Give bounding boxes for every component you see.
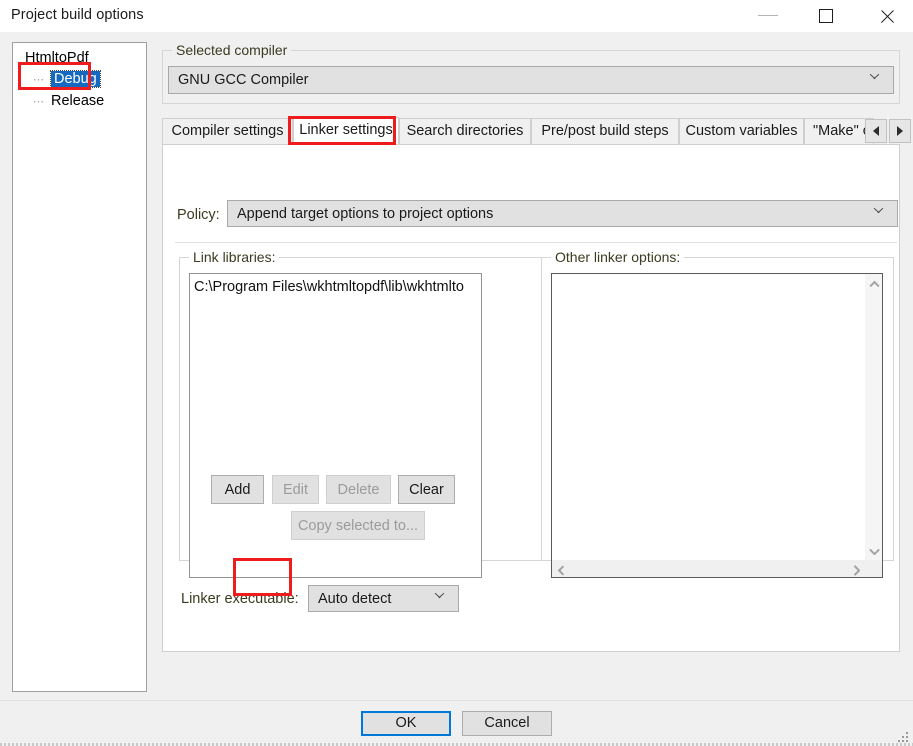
- clear-button[interactable]: Clear: [398, 475, 455, 504]
- divider: [175, 242, 897, 243]
- maximize-icon: [819, 9, 833, 23]
- tree-item-debug-label: Debug: [50, 70, 101, 88]
- horizontal-scrollbar[interactable]: [552, 560, 865, 577]
- linker-executable-select[interactable]: Auto detect: [308, 585, 459, 612]
- list-item[interactable]: C:\Program Files\wkhtmltopdf\lib\wkhtmlt…: [194, 279, 464, 295]
- minimize-button[interactable]: [745, 0, 791, 30]
- copy-selected-to-button[interactable]: Copy selected to...: [291, 511, 425, 540]
- chevron-down-icon: [435, 594, 444, 603]
- chevron-down-icon: [870, 75, 879, 84]
- maximize-button[interactable]: [804, 0, 850, 30]
- tab-compiler-settings[interactable]: Compiler settings: [162, 118, 293, 144]
- chevron-up-icon: [870, 279, 878, 287]
- other-linker-options-title: Other linker options:: [551, 249, 685, 265]
- chevron-down-icon: [870, 548, 878, 556]
- chevron-left-icon: [557, 565, 565, 573]
- tree-item-debug[interactable]: ⋯ Debug: [33, 70, 101, 88]
- dialog-footer: OK Cancel: [0, 701, 913, 746]
- tree-line-icon: ⋯: [33, 73, 45, 86]
- policy-label: Policy:: [177, 207, 220, 223]
- chevron-right-icon: [853, 565, 861, 573]
- other-linker-options-textarea[interactable]: [551, 273, 883, 578]
- tree-item-project[interactable]: HtmltoPdf: [25, 50, 89, 66]
- edit-button[interactable]: Edit: [272, 475, 319, 504]
- chevron-down-icon: [874, 209, 883, 218]
- link-libraries-title: Link libraries:: [189, 249, 280, 265]
- delete-button[interactable]: Delete: [326, 475, 391, 504]
- dialog-body: HtmltoPdf ⋯ Debug ⋯ Release Selected compi…: [0, 32, 913, 700]
- scroll-right-icon: [897, 126, 903, 136]
- minimize-icon: [758, 15, 778, 16]
- ok-button[interactable]: OK: [361, 711, 451, 736]
- linker-executable-value: Auto detect: [318, 590, 392, 607]
- tab-search-directories[interactable]: Search directories: [399, 118, 531, 144]
- cancel-button[interactable]: Cancel: [462, 711, 552, 736]
- tab-scroll-right-button[interactable]: [889, 119, 911, 143]
- compiler-select-value: GNU GCC Compiler: [178, 72, 309, 88]
- project-build-options-dialog: Project build options HtmltoPdf ⋯ Debug ⋯…: [0, 0, 913, 746]
- selected-compiler-title: Selected compiler: [172, 42, 292, 58]
- tab-strip: Compiler settings Linker settings Search…: [162, 117, 911, 144]
- title-bar: Project build options: [0, 0, 913, 32]
- target-tree-panel[interactable]: HtmltoPdf ⋯ Debug ⋯ Release: [12, 42, 147, 692]
- scrollbar-corner: [865, 560, 882, 577]
- tree-item-release[interactable]: ⋯ Release: [33, 93, 104, 109]
- linker-executable-label: Linker executable:: [181, 591, 299, 607]
- close-button[interactable]: [864, 0, 910, 30]
- linker-settings-panel: Policy: Append target options to project…: [162, 144, 900, 652]
- scroll-right-button[interactable]: [848, 560, 865, 577]
- tab-make-commands[interactable]: "Make" c: [804, 118, 874, 144]
- close-icon: [879, 8, 895, 24]
- tree-item-release-label: Release: [51, 93, 105, 109]
- vertical-scrollbar[interactable]: [865, 274, 882, 560]
- scroll-up-button[interactable]: [865, 274, 882, 291]
- tab-pre-post-build-steps[interactable]: Pre/post build steps: [531, 118, 679, 144]
- tab-linker-settings[interactable]: Linker settings: [293, 117, 399, 144]
- tab-scroll-left-button[interactable]: [865, 119, 887, 143]
- scroll-down-button[interactable]: [865, 543, 882, 560]
- tab-custom-variables[interactable]: Custom variables: [679, 118, 804, 144]
- compiler-select[interactable]: GNU GCC Compiler: [168, 66, 894, 94]
- scroll-left-icon: [873, 126, 879, 136]
- scroll-left-button[interactable]: [552, 560, 569, 577]
- policy-select-value: Append target options to project options: [237, 205, 494, 222]
- window-title: Project build options: [11, 7, 144, 23]
- tree-line-icon: ⋯: [33, 95, 45, 108]
- settings-pane: Selected compiler GNU GCC Compiler Compi…: [158, 38, 911, 692]
- resize-grip[interactable]: [898, 732, 910, 744]
- add-button[interactable]: Add: [211, 475, 264, 504]
- policy-select[interactable]: Append target options to project options: [227, 200, 898, 227]
